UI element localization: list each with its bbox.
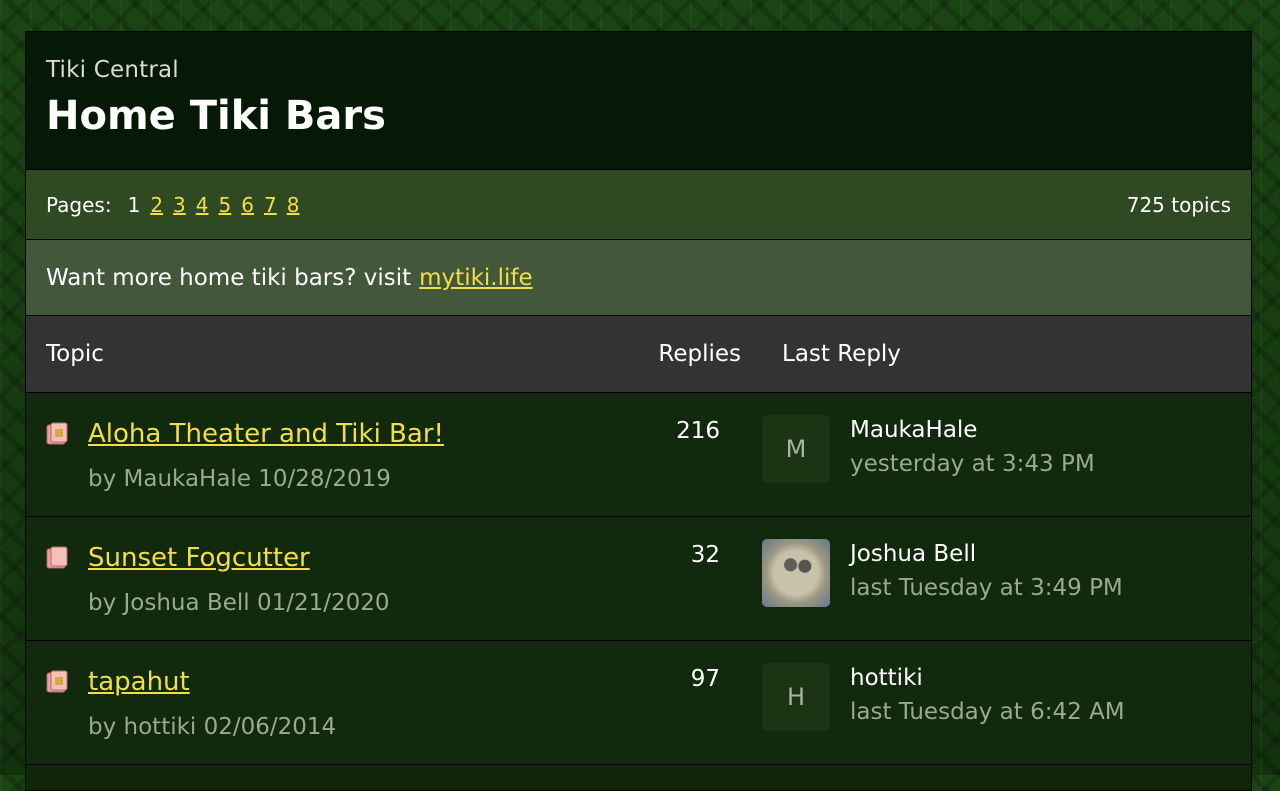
topic-table-header: Topic Replies Last Reply <box>26 316 1251 393</box>
reply-count: 32 <box>690 542 720 568</box>
page-link-3[interactable]: 3 <box>173 193 186 217</box>
avatar[interactable]: M <box>762 415 830 483</box>
reply-count: 97 <box>690 666 720 692</box>
page-link-4[interactable]: 4 <box>196 193 209 217</box>
topic-title-link[interactable]: Sunset Fogcutter <box>88 543 310 573</box>
page-link-5[interactable]: 5 <box>219 193 232 217</box>
page-title: Home Tiki Bars <box>46 93 386 139</box>
site-name-link[interactable]: Tiki Central <box>46 57 1231 83</box>
last-reply-time[interactable]: yesterday at 3:43 PM <box>850 451 1095 477</box>
topic-author-date: by MaukaHale 10/28/2019 <box>88 466 391 492</box>
topic-title-link[interactable]: tapahut <box>88 667 190 697</box>
column-header-last-reply: Last Reply <box>782 341 901 367</box>
table-row: tapahut by hottiki 02/06/2014 97 H hotti… <box>26 641 1251 765</box>
promo-link[interactable]: mytiki.life <box>419 265 532 291</box>
pagination: Pages: 1 2 3 4 5 6 7 8 <box>46 193 309 217</box>
folder-icon <box>46 670 68 693</box>
avatar[interactable] <box>762 539 830 607</box>
last-reply-user[interactable]: Joshua Bell <box>850 541 976 567</box>
pages-label: Pages: <box>46 192 112 217</box>
avatar[interactable]: H <box>762 663 830 731</box>
page-link-8[interactable]: 8 <box>287 193 300 217</box>
page-link-7[interactable]: 7 <box>264 193 277 217</box>
page-link-2[interactable]: 2 <box>150 193 163 217</box>
promo-text: Want more home tiki bars? visit <box>46 264 412 291</box>
column-header-replies: Replies <box>658 341 741 367</box>
current-page: 1 <box>127 192 141 217</box>
topic-title-link[interactable]: Aloha Theater and Tiki Bar! <box>88 419 444 449</box>
pagination-bar: Pages: 1 2 3 4 5 6 7 8 725 topics <box>26 170 1251 240</box>
topic-count: 725 topics <box>1126 192 1231 217</box>
forum-header: Tiki Central Home Tiki Bars <box>26 32 1251 170</box>
table-row: Sunset Fogcutter by Joshua Bell 01/21/20… <box>26 517 1251 641</box>
folder-icon <box>46 422 68 445</box>
topic-author-date: by hottiki 02/06/2014 <box>88 714 337 740</box>
forum-container: Tiki Central Home Tiki Bars Pages: 1 2 3… <box>25 31 1252 791</box>
topic-author-date: by Joshua Bell 01/21/2020 <box>88 590 390 616</box>
last-reply-time[interactable]: last Tuesday at 6:42 AM <box>850 699 1125 725</box>
promo-banner: Want more home tiki bars? visit mytiki.l… <box>26 240 1251 316</box>
folder-icon <box>46 546 68 569</box>
page-link-6[interactable]: 6 <box>241 193 254 217</box>
reply-count: 216 <box>676 418 720 444</box>
table-row: Aloha Theater and Tiki Bar! by MaukaHale… <box>26 393 1251 517</box>
last-reply-user[interactable]: MaukaHale <box>850 417 977 443</box>
column-header-topic: Topic <box>46 341 104 367</box>
last-reply-time[interactable]: last Tuesday at 3:49 PM <box>850 575 1123 601</box>
last-reply-user[interactable]: hottiki <box>850 665 923 691</box>
